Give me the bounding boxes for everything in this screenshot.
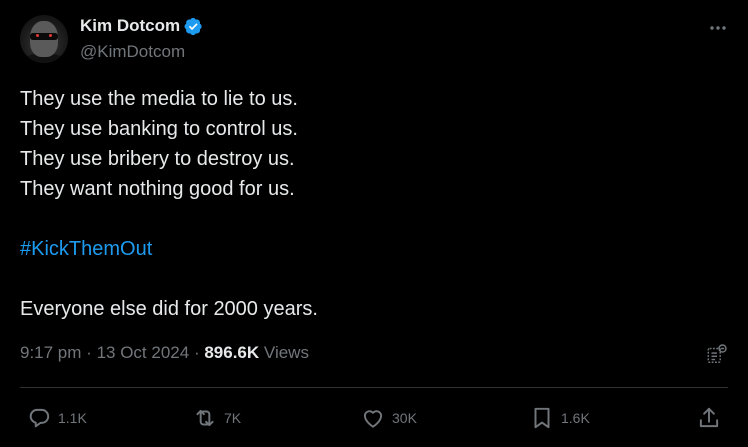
retweet-count: 7K xyxy=(224,410,242,426)
share-icon xyxy=(699,407,719,428)
avatar-lens-right xyxy=(49,34,52,37)
tweet-time[interactable]: 9:17 pm xyxy=(20,343,81,362)
tweet-meta: 9:17 pm · 13 Oct 2024 · 896.6K Views xyxy=(20,343,309,363)
action-bar: 1.1K 7K 30K 1.6K xyxy=(0,400,748,436)
tweet-line: They use the media to lie to us. xyxy=(20,88,298,110)
tweet-date[interactable]: 13 Oct 2024 xyxy=(97,343,190,362)
views-count[interactable]: 896.6K xyxy=(204,343,259,362)
avatar-lens-left xyxy=(36,34,39,37)
avatar[interactable] xyxy=(20,15,68,63)
meta-separator: · xyxy=(193,343,200,362)
grok-analyze-icon[interactable] xyxy=(706,343,728,365)
tweet-line: They use banking to control us. xyxy=(20,118,298,140)
tweet-closing-line: Everyone else did for 2000 years. xyxy=(20,298,318,320)
author-handle[interactable]: @KimDotcom xyxy=(80,42,185,62)
bookmark-button[interactable]: 1.6K xyxy=(529,400,590,436)
like-count: 30K xyxy=(392,410,417,426)
share-button[interactable] xyxy=(696,400,722,436)
author-name-row[interactable]: Kim Dotcom xyxy=(80,16,203,36)
tweet-line: They use bribery to destroy us. xyxy=(20,148,295,170)
tweet-text: They use the media to lie to us. They us… xyxy=(20,84,720,324)
tweet-line: They want nothing good for us. xyxy=(20,178,295,200)
tweet-card: Kim Dotcom @KimDotcom They use the media… xyxy=(0,0,748,447)
avatar-glasses xyxy=(30,33,58,40)
verified-badge-icon[interactable] xyxy=(184,17,203,36)
like-button[interactable]: 30K xyxy=(360,400,417,436)
views-label[interactable]: Views xyxy=(264,343,309,362)
reply-button[interactable]: 1.1K xyxy=(26,400,87,436)
reply-icon xyxy=(29,408,50,428)
divider xyxy=(20,387,728,388)
bookmark-icon xyxy=(534,407,550,429)
meta-separator: · xyxy=(86,343,92,362)
retweet-button[interactable]: 7K xyxy=(192,400,241,436)
heart-icon xyxy=(363,410,383,428)
more-options-button[interactable] xyxy=(708,18,728,38)
more-dots-icon xyxy=(710,26,726,30)
bookmark-count: 1.6K xyxy=(561,410,590,426)
reply-count: 1.1K xyxy=(58,410,87,426)
author-display-name[interactable]: Kim Dotcom xyxy=(80,16,180,36)
hashtag-link[interactable]: #KickThemOut xyxy=(20,234,720,264)
retweet-icon xyxy=(196,409,214,427)
